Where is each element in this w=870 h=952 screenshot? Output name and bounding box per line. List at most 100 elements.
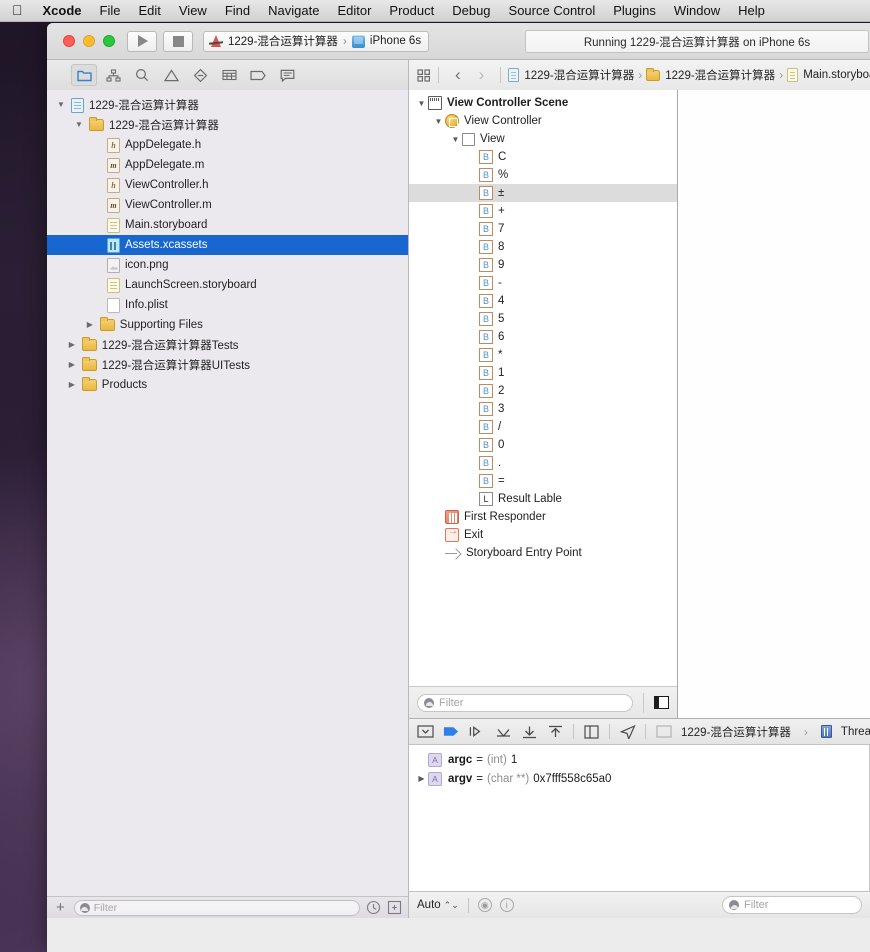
disclosure-closed-icon[interactable]: ▶	[66, 341, 78, 349]
minimize-button[interactable]	[83, 35, 95, 47]
continue-button[interactable]	[443, 724, 460, 739]
outline-row[interactable]: ▶B%	[409, 166, 677, 184]
disclosure-open-icon[interactable]: ▼	[449, 135, 462, 144]
variable-row[interactable]: ▶ Aargv = (char **) 0x7fff558c65a0	[409, 769, 869, 788]
outline-row[interactable]: ▶Exit	[409, 526, 677, 544]
breadcrumb-group[interactable]: 1229-混合运算计算器	[646, 67, 775, 83]
debug-navigator-button[interactable]	[216, 64, 242, 86]
outline-filter-input[interactable]: Filter	[417, 693, 633, 712]
storyboard-canvas[interactable]	[678, 90, 870, 718]
menu-item-product[interactable]: Product	[380, 0, 443, 22]
disclosure-open-icon[interactable]: ▼	[73, 121, 85, 129]
project-file-tree[interactable]: ▼ 1229-混合运算计算器 ▼ 1229-混合运算计算器 ▶ h AppDelegate.…	[47, 90, 408, 896]
process-icon-button[interactable]	[655, 724, 672, 739]
outline-row[interactable]: ▼ View	[409, 130, 677, 148]
outline-row[interactable]: ▶B±	[409, 184, 677, 202]
outline-row[interactable]: ▶B=	[409, 472, 677, 490]
test-navigator-button[interactable]	[187, 64, 213, 86]
disclosure-open-icon[interactable]: ▼	[432, 117, 445, 126]
variable-scope-stepper[interactable]: ⌃⌄	[444, 900, 459, 910]
simulate-location-button[interactable]	[619, 724, 636, 739]
menu-item-xcode[interactable]: Xcode	[34, 0, 91, 22]
source-control-navigator-button[interactable]	[100, 64, 126, 86]
navigator-row[interactable]: ▶hAppDelegate.h	[47, 135, 408, 155]
variable-scope-label[interactable]: Auto	[417, 899, 441, 911]
recent-files-filter-button[interactable]	[366, 900, 381, 915]
menu-item-edit[interactable]: Edit	[129, 0, 169, 22]
info-icon[interactable]: i	[499, 898, 514, 912]
navigator-row[interactable]: ▶mAppDelegate.m	[47, 155, 408, 175]
disclosure-closed-icon[interactable]: ▶	[66, 361, 78, 369]
disclosure-closed-icon[interactable]: ▶	[66, 381, 78, 389]
variable-row[interactable]: ▶Aargc=(int)1	[409, 750, 869, 769]
menu-item-plugins[interactable]: Plugins	[604, 0, 665, 22]
menu-item-find[interactable]: Find	[216, 0, 259, 22]
navigator-row[interactable]: ▶icon.png	[47, 255, 408, 275]
toggle-outline-button[interactable]	[654, 696, 669, 709]
outline-row[interactable]: ▶B8	[409, 238, 677, 256]
breakpoint-navigator-button[interactable]	[245, 64, 271, 86]
watch-icon[interactable]: ◉	[477, 898, 492, 912]
navigator-row[interactable]: ▶Assets.xcassets	[47, 235, 408, 255]
outline-row[interactable]: ▶B3	[409, 400, 677, 418]
navigator-row[interactable]: ▶hViewController.h	[47, 175, 408, 195]
outline-row[interactable]: ▶B9	[409, 256, 677, 274]
outline-row[interactable]: ▶B1	[409, 364, 677, 382]
issue-navigator-button[interactable]	[158, 64, 184, 86]
step-over-button[interactable]	[469, 724, 486, 739]
navigator-row[interactable]: ▶mViewController.m	[47, 195, 408, 215]
navigator-row[interactable]: ▶Info.plist	[47, 295, 408, 315]
menu-item-navigate[interactable]: Navigate	[259, 0, 328, 22]
outline-row[interactable]: ▶B4	[409, 292, 677, 310]
navigate-forward-button[interactable]: ›	[470, 65, 494, 85]
scheme-selector[interactable]: 1229-混合运算计算器 › iPhone 6s	[203, 30, 430, 52]
menu-item-file[interactable]: File	[91, 0, 130, 22]
source-control-filter-button[interactable]	[387, 900, 402, 915]
disclosure-closed-icon[interactable]: ▶	[415, 774, 428, 783]
disclosure-open-icon[interactable]: ▼	[55, 101, 67, 109]
outline-row[interactable]: ▶B0	[409, 436, 677, 454]
outline-row[interactable]: ▶B.	[409, 454, 677, 472]
add-file-button[interactable]: +	[53, 900, 68, 915]
close-button[interactable]	[63, 35, 75, 47]
outline-row[interactable]: ▶B/	[409, 418, 677, 436]
related-items-button[interactable]	[417, 68, 431, 82]
view-hierarchy-button[interactable]	[583, 724, 600, 739]
disclosure-closed-icon[interactable]: ▶	[84, 321, 96, 329]
outline-row[interactable]: ▶BC	[409, 148, 677, 166]
menu-item-debug[interactable]: Debug	[443, 0, 499, 22]
run-button[interactable]	[127, 30, 157, 52]
outline-row[interactable]: ▶LResult Lable	[409, 490, 677, 508]
outline-row[interactable]: ▶First Responder	[409, 508, 677, 526]
stop-button[interactable]	[163, 30, 193, 52]
navigator-row[interactable]: ▼ 1229-混合运算计算器	[47, 95, 408, 115]
breadcrumb-file[interactable]: Main.storyboa	[787, 68, 870, 82]
disclosure-open-icon[interactable]: ▼	[415, 99, 428, 108]
outline-row[interactable]: ▶Storyboard Entry Point	[409, 544, 677, 562]
navigate-back-button[interactable]: ‹	[446, 65, 470, 85]
outline-tree[interactable]: ▼ View Controller Scene ▼ View Controller ▼ V…	[409, 90, 677, 686]
outline-row[interactable]: ▼ View Controller	[409, 112, 677, 130]
apple-menu-icon[interactable]: 	[0, 3, 34, 17]
outline-row[interactable]: ▶B5	[409, 310, 677, 328]
outline-row[interactable]: ▶B6	[409, 328, 677, 346]
outline-row[interactable]: ▶B-	[409, 274, 677, 292]
menu-item-help[interactable]: Help	[729, 0, 774, 22]
report-navigator-button[interactable]	[274, 64, 300, 86]
outline-row[interactable]: ▼ View Controller Scene	[409, 94, 677, 112]
menu-item-window[interactable]: Window	[665, 0, 729, 22]
menu-item-editor[interactable]: Editor	[328, 0, 380, 22]
navigator-row[interactable]: ▶Main.storyboard	[47, 215, 408, 235]
navigator-row[interactable]: ▶LaunchScreen.storyboard	[47, 275, 408, 295]
toggle-debug-area-button[interactable]	[417, 724, 434, 739]
outline-row[interactable]: ▶B+	[409, 202, 677, 220]
navigator-row[interactable]: ▶ 1229-混合运算计算器Tests	[47, 335, 408, 355]
zoom-button[interactable]	[103, 35, 115, 47]
symbol-navigator-button[interactable]	[129, 64, 155, 86]
breadcrumb-project[interactable]: 1229-混合运算计算器	[508, 67, 634, 83]
step-out-alt-button[interactable]	[547, 724, 564, 739]
navigator-row[interactable]: ▼ 1229-混合运算计算器	[47, 115, 408, 135]
menu-item-view[interactable]: View	[170, 0, 216, 22]
navigator-row[interactable]: ▶ Supporting Files	[47, 315, 408, 335]
menu-item-source-control[interactable]: Source Control	[500, 0, 605, 22]
